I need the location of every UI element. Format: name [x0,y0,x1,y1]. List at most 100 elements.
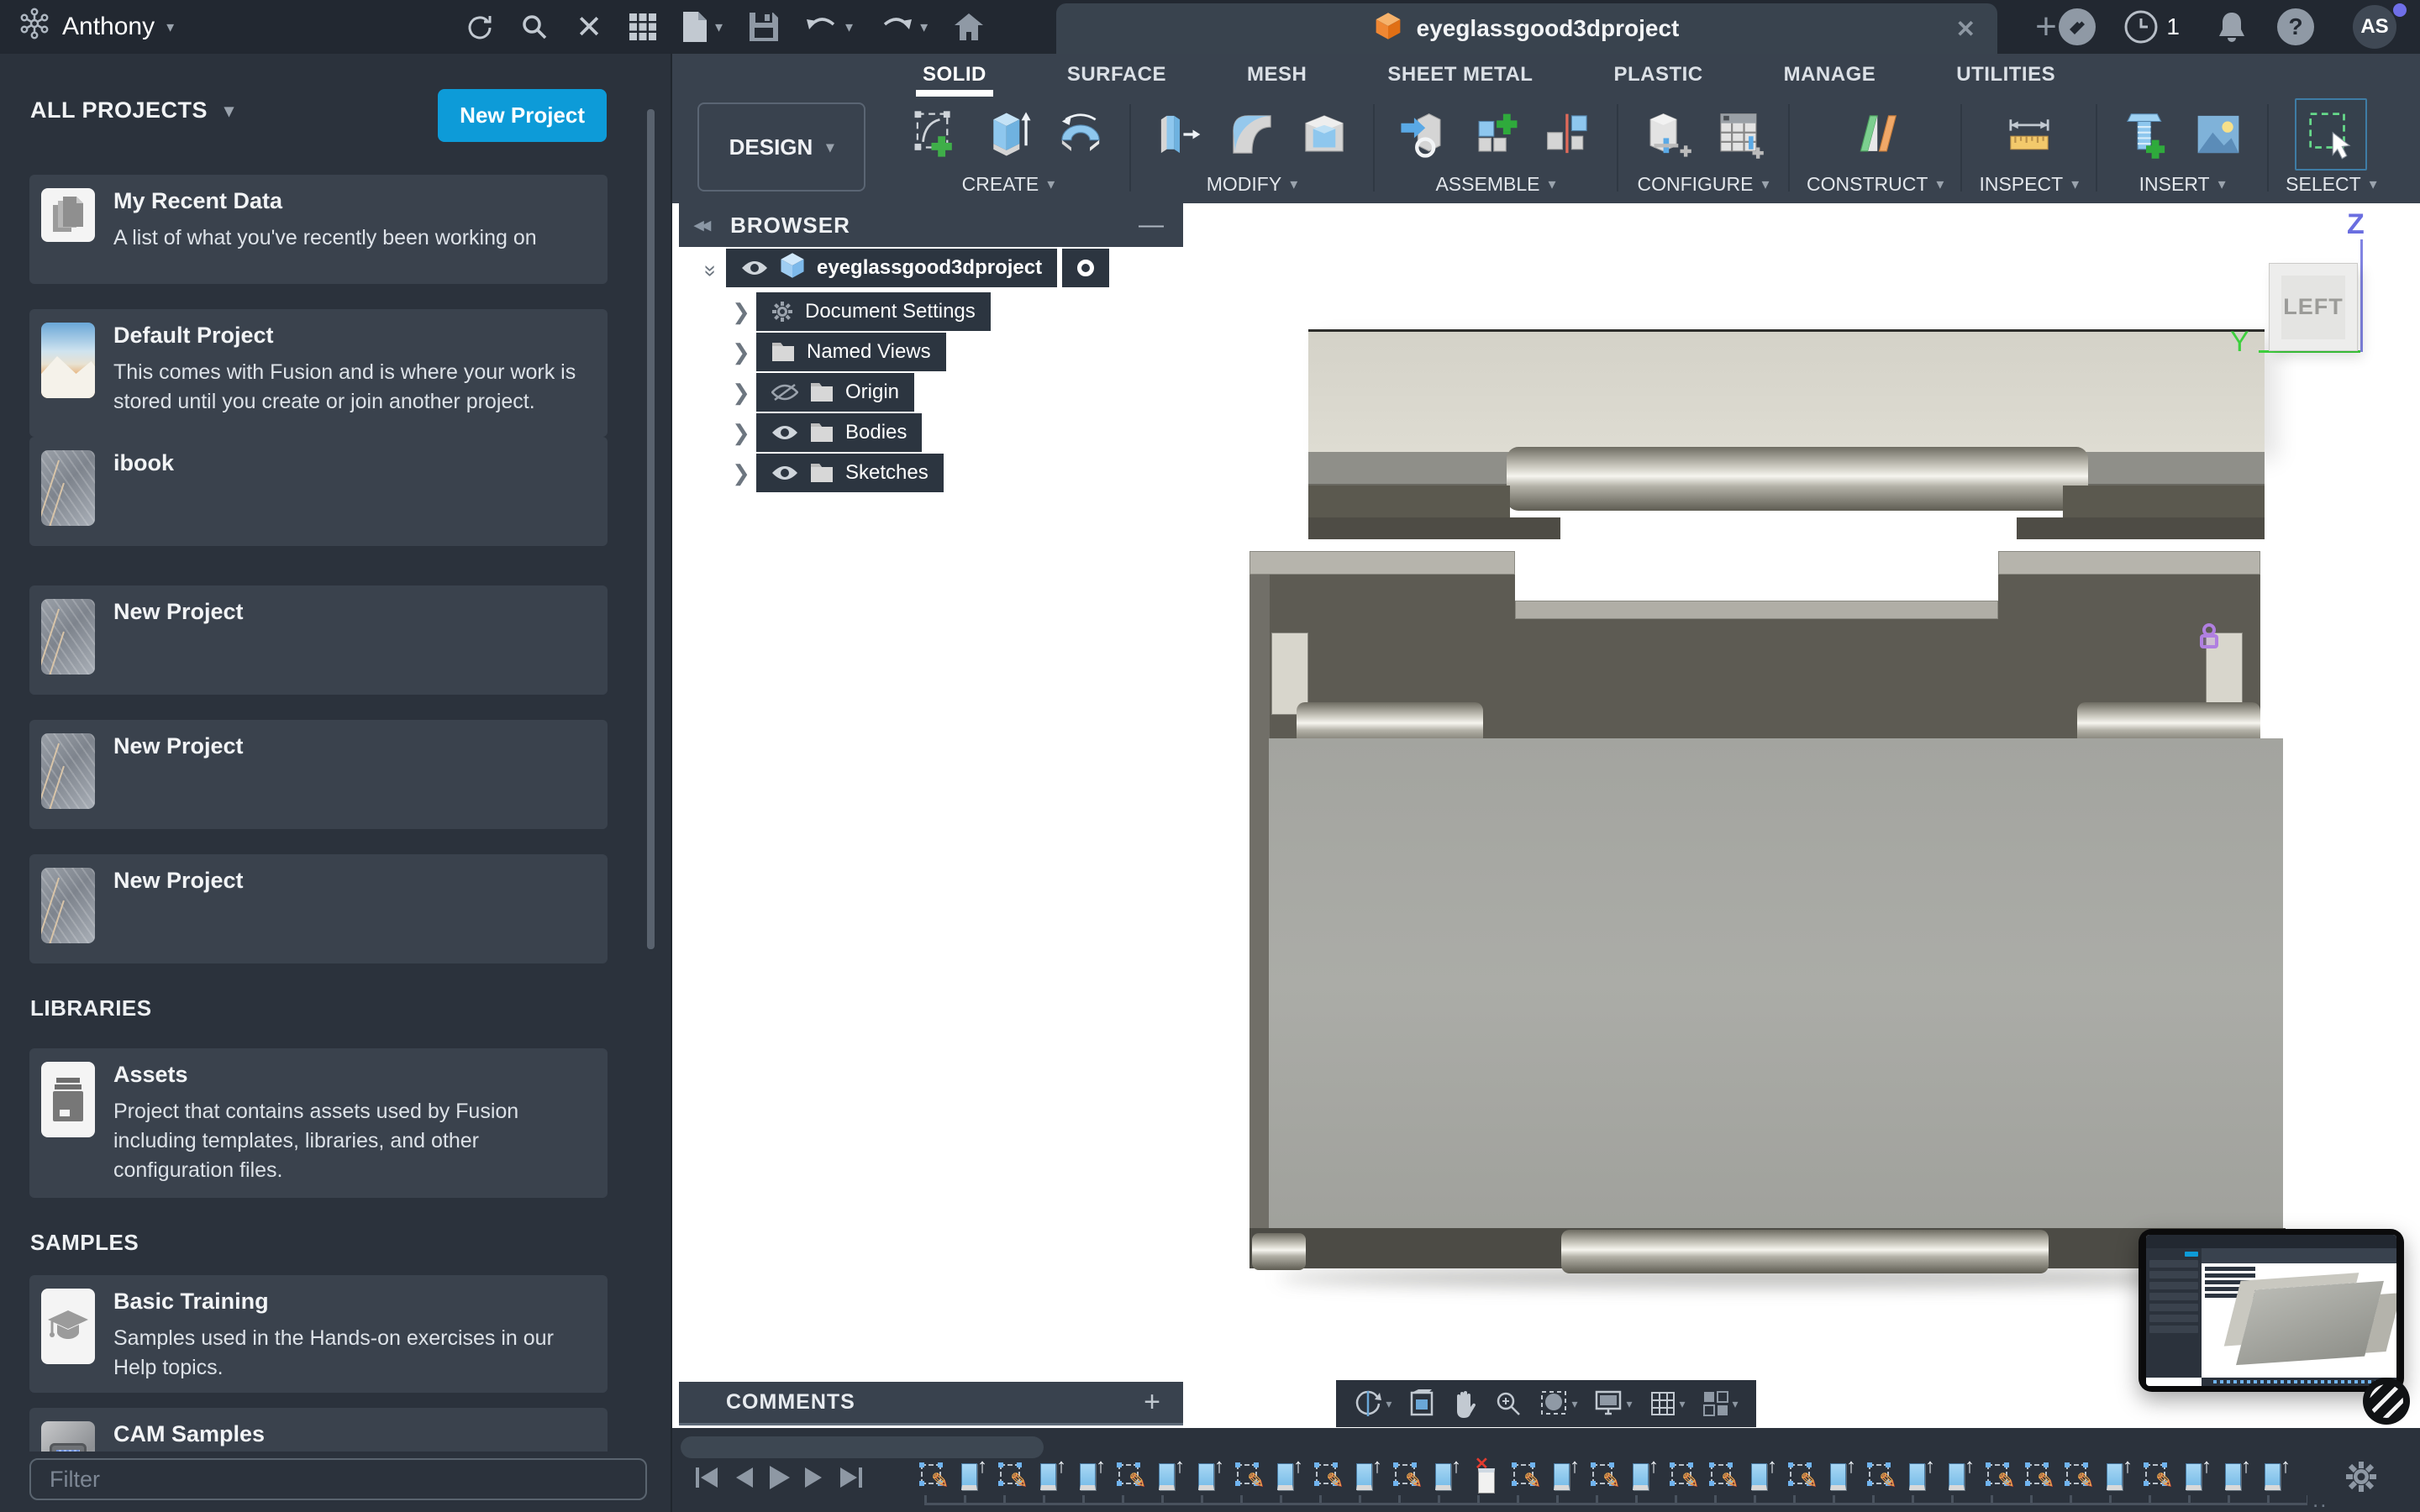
browser-row-bodies[interactable]: ❯ Bodies [726,413,922,452]
timeline-feature-sketch[interactable]: ✎ [1118,1457,1143,1495]
timeline-feature-sketch[interactable]: ✎ [1315,1457,1340,1495]
timeline-feature-extrude[interactable]: ↑ [1828,1457,1854,1495]
fillet-button[interactable] [1220,99,1284,170]
project-card[interactable]: New Project [29,854,608,963]
timeline-feature-sketch[interactable]: ✎ [2026,1457,2051,1495]
group-label-construct[interactable]: CONSTRUCT [1807,173,1928,196]
timeline-settings-button[interactable] [2344,1460,2378,1498]
revolve-button[interactable] [1049,99,1113,170]
play-button[interactable] [768,1465,790,1490]
fit-button[interactable] [1534,1389,1582,1418]
add-comment-button[interactable]: + [1144,1386,1161,1419]
new-project-button[interactable]: New Project [438,89,607,142]
expander-icon[interactable]: ❯ [726,339,756,365]
tab-solid[interactable]: SOLID [923,63,986,87]
timeline-feature-extrude[interactable]: ↑ [2263,1457,2288,1495]
group-label-create[interactable]: CREATE [962,173,1039,196]
construct-plane-button[interactable] [1844,99,1907,170]
display-settings-button[interactable] [1589,1390,1637,1417]
timeline-feature-sketch[interactable]: ✎ [2065,1457,2091,1495]
timeline-feature-error[interactable]: ✕ [1473,1457,1498,1495]
timeline-feature-extrude[interactable]: ↑ [1039,1457,1064,1495]
group-label-insert[interactable]: INSERT [2139,173,2210,196]
timeline-feature-sketch[interactable]: ✎ [1868,1457,1893,1495]
home-button[interactable] [941,0,997,54]
tab-mesh[interactable]: MESH [1247,63,1307,87]
insert-fastener-button[interactable] [2114,99,2178,170]
close-panel-button[interactable]: ✕ [562,0,616,54]
create-sketch-button[interactable] [904,99,968,170]
collapse-panel-icon[interactable]: ◀◀ [694,218,708,233]
expander-icon[interactable]: ❯ [726,380,756,406]
viewports-button[interactable] [1697,1390,1744,1417]
document-tab[interactable]: eyeglassgood3dproject ✕ [1056,3,1997,54]
filter-input[interactable] [29,1458,647,1500]
project-card[interactable]: Default Project This comes with Fusion a… [29,309,608,437]
visibility-eye-icon[interactable] [771,424,798,441]
app-grid-button[interactable] [616,0,670,54]
grid-settings-button[interactable] [1644,1390,1691,1417]
expander-icon[interactable]: » [698,253,724,283]
insert-component-button[interactable] [1392,99,1455,170]
visibility-eye-icon[interactable] [741,260,768,276]
timeline-feature-extrude[interactable]: ↑ [1947,1457,1972,1495]
timeline-feature-extrude[interactable]: ↑ [1276,1457,1301,1495]
shell-button[interactable] [1292,99,1356,170]
viewport-canvas[interactable]: ◀◀ BROWSER — » eyeglassgood3dproject ❯ D… [672,203,2420,1428]
zoom-button[interactable] [1489,1389,1528,1418]
timeline-feature-extrude[interactable]: ↑ [1631,1457,1656,1495]
project-card[interactable]: New Project [29,720,608,829]
tab-sheet-metal[interactable]: SHEET METAL [1387,63,1533,87]
pan-button[interactable] [1447,1389,1482,1418]
browser-row-document-settings[interactable]: ❯ Document Settings [726,292,991,331]
skip-to-end-button[interactable] [839,1466,864,1489]
step-forward-button[interactable] [803,1466,825,1489]
help-button[interactable]: ? [2264,0,2328,54]
user-menu[interactable]: Anthony [18,8,174,46]
sample-card[interactable]: Basic Training Samples used in the Hands… [29,1275,608,1393]
redo-button[interactable] [866,0,941,54]
insert-canvas-button[interactable] [2186,99,2250,170]
account-avatar[interactable]: AS [2353,5,2396,49]
tab-manage[interactable]: MANAGE [1784,63,1876,87]
timeline-feature-sketch[interactable]: ✎ [1512,1457,1538,1495]
minimize-browser-button[interactable]: — [1139,211,1165,239]
tab-close-button[interactable]: ✕ [1956,15,1975,43]
press-pull-button[interactable] [1148,99,1212,170]
skip-to-start-button[interactable] [694,1466,719,1489]
timeline-feature-extrude[interactable]: ↑ [1197,1457,1222,1495]
group-label-modify[interactable]: MODIFY [1207,173,1281,196]
select-button[interactable] [2295,98,2367,171]
step-back-button[interactable] [733,1466,755,1489]
expander-icon[interactable]: ❯ [726,420,756,446]
timeline-feature-extrude[interactable]: ↑ [1157,1457,1182,1495]
timeline-feature-sketch[interactable]: ✎ [1670,1457,1696,1495]
comments-bar[interactable]: COMMENTS + [679,1382,1183,1425]
project-card[interactable]: ibook [29,437,608,546]
timeline-feature-sketch[interactable]: ✎ [1236,1457,1261,1495]
browser-root-row[interactable]: » eyeglassgood3dproject [696,249,1109,287]
tab-utilities[interactable]: UTILITIES [1956,63,2055,87]
activate-component-radio[interactable] [1062,249,1109,287]
project-card[interactable]: My Recent Data A list of what you've rec… [29,175,608,284]
browser-row-named-views[interactable]: ❯ Named Views [726,333,946,371]
look-at-button[interactable] [1403,1389,1440,1418]
configuration-table-button[interactable] [1707,99,1771,170]
search-button[interactable] [507,0,562,54]
expander-icon[interactable]: ❯ [726,299,756,325]
file-menu-button[interactable] [670,0,736,54]
timeline-feature-extrude[interactable]: ↑ [2184,1457,2209,1495]
view-cube[interactable]: LEFT [2269,263,2358,351]
timeline-feature-extrude[interactable]: ↑ [1434,1457,1459,1495]
browser-panel-header[interactable]: ◀◀ BROWSER — [679,203,1183,247]
timeline-feature-extrude[interactable]: ↑ [2105,1457,2130,1495]
timeline-feature-sketch[interactable]: ✎ [999,1457,1024,1495]
group-label-inspect[interactable]: INSPECT [1979,173,2063,196]
timeline-feature-extrude[interactable]: ↑ [1749,1457,1775,1495]
timeline-feature-extrude[interactable]: ↑ [960,1457,985,1495]
timeline-feature-sketch[interactable]: ✎ [920,1457,945,1495]
timeline-feature-sketch[interactable]: ✎ [1789,1457,1814,1495]
extensions-button[interactable] [2045,0,2109,54]
timeline-zoom-slider[interactable] [681,1436,1044,1458]
undo-button[interactable] [792,0,866,54]
